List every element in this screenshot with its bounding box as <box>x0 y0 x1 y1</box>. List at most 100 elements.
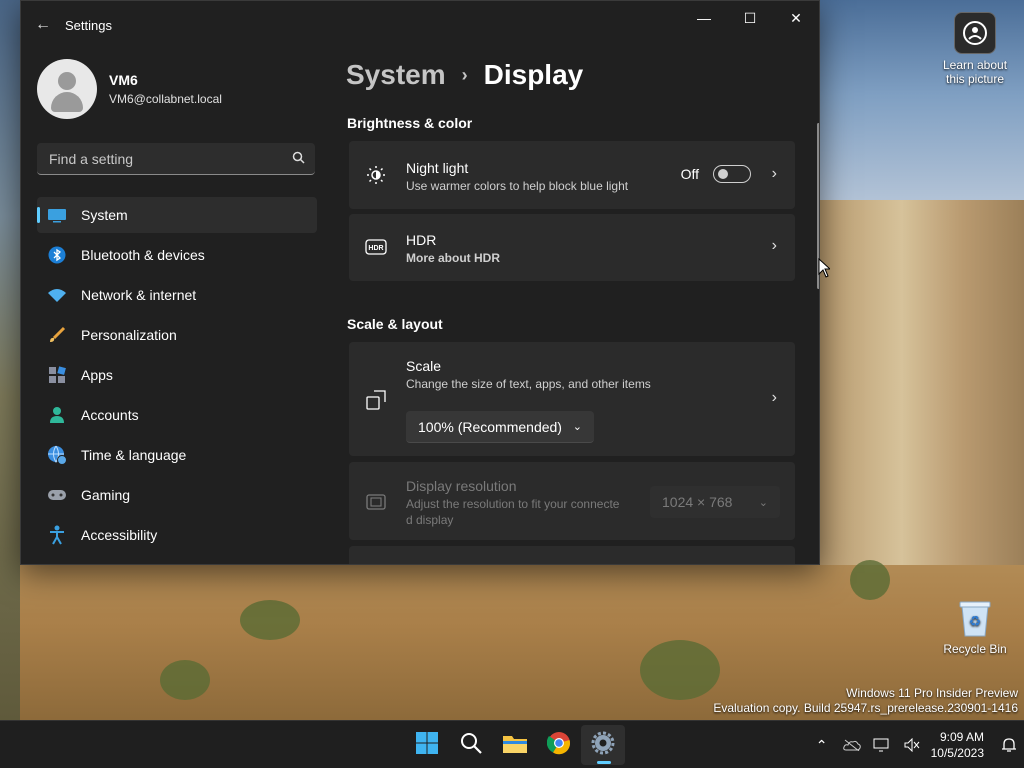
sidebar-item-label: System <box>81 207 128 223</box>
sidebar-item-label: Accessibility <box>81 527 158 543</box>
title-bar[interactable]: ← Settings — ☐ ✕ <box>21 1 819 49</box>
display-resolution-card: Display resolution Adjust the resolution… <box>349 462 795 540</box>
back-button[interactable]: ← <box>21 1 65 49</box>
breadcrumb-parent[interactable]: System <box>346 59 446 91</box>
sidebar-item-network[interactable]: Network & internet <box>37 277 317 313</box>
sidebar-item-label: Personalization <box>81 327 177 343</box>
minimize-icon: — <box>697 10 711 26</box>
clock-time: 9:09 AM <box>939 730 984 744</box>
onedrive-icon[interactable] <box>837 739 867 751</box>
sidebar-nav: System Bluetooth & devices Network & int… <box>37 197 317 557</box>
sidebar-item-apps[interactable]: Apps <box>37 357 317 393</box>
sidebar-item-accessibility[interactable]: Accessibility <box>37 517 317 553</box>
maximize-button[interactable]: ☐ <box>727 1 773 35</box>
desktop-icon-learn-picture[interactable]: Learn about this picture <box>940 12 1010 86</box>
page-title: Display <box>483 59 584 90</box>
clock[interactable]: 9:09 AM 10/5/2023 <box>931 729 984 761</box>
wallpaper-left-strip <box>0 0 20 720</box>
chevron-right-icon: › <box>771 389 777 406</box>
sidebar-item-accounts[interactable]: Accounts <box>37 397 317 433</box>
mouse-cursor-icon <box>818 258 830 278</box>
night-light-card[interactable]: Night light Use warmer colors to help bl… <box>349 141 795 209</box>
taskbar: ⌃ 9:09 AM 10/5/2023 <box>0 720 1024 768</box>
sidebar-item-label: Accounts <box>81 407 139 423</box>
globe-clock-icon <box>47 445 67 465</box>
user-profile[interactable]: VM6 VM6@collabnet.local <box>37 59 222 119</box>
chevron-right-icon: › <box>771 165 777 182</box>
gamepad-icon <box>47 485 67 505</box>
settings-taskbar-button[interactable] <box>581 725 625 765</box>
chevron-up-icon[interactable]: ⌃ <box>807 737 837 754</box>
sidebar-item-label: Bluetooth & devices <box>81 247 205 263</box>
wallpaper-bush <box>850 560 890 600</box>
section-title-scale-layout: Scale & layout <box>347 316 443 332</box>
maximize-icon: ☐ <box>743 9 757 26</box>
scale-value: 100% (Recommended) <box>418 418 562 435</box>
desktop-icon-recycle-bin[interactable]: ♻ Recycle Bin <box>940 598 1010 656</box>
night-light-icon <box>365 164 387 186</box>
watermark-line1: Windows 11 Pro Insider Preview <box>846 686 1018 700</box>
recycle-bin-icon: ♻ <box>955 598 995 638</box>
resolution-title: Display resolution <box>406 478 517 494</box>
night-light-toggle[interactable] <box>713 165 751 183</box>
brush-icon <box>47 325 67 345</box>
sidebar-item-label: Gaming <box>81 487 131 503</box>
night-light-toggle-group: Off <box>681 165 751 183</box>
taskbar-search-button[interactable] <box>449 725 493 765</box>
night-light-title: Night light <box>406 160 469 176</box>
sidebar-item-gaming[interactable]: Gaming <box>37 477 317 513</box>
wallpaper-bush <box>640 640 720 700</box>
arrow-left-icon: ← <box>35 16 51 33</box>
search-icon <box>460 732 482 759</box>
profile-email: VM6@collabnet.local <box>109 92 222 106</box>
chrome-icon <box>546 731 571 760</box>
file-explorer-icon <box>502 732 528 759</box>
desktop-icon-label: Recycle Bin <box>943 642 1007 656</box>
search-input[interactable] <box>47 149 292 168</box>
settings-icon <box>591 731 615 760</box>
start-icon <box>415 731 439 760</box>
resolution-subtitle-line1: Adjust the resolution to fit your connec… <box>406 497 620 511</box>
camera-info-icon <box>954 12 996 54</box>
build-watermark: Windows 11 Pro Insider Preview Evaluatio… <box>713 686 1018 716</box>
hdr-card[interactable]: HDR HDR More about HDR › <box>349 214 795 281</box>
clock-date: 10/5/2023 <box>930 746 984 760</box>
sidebar-item-bluetooth[interactable]: Bluetooth & devices <box>37 237 317 273</box>
accessibility-icon <box>47 525 67 545</box>
minimize-button[interactable]: — <box>681 1 727 35</box>
night-light-state: Off <box>680 166 699 182</box>
svg-text:HDR: HDR <box>368 245 383 252</box>
resolution-dropdown: 1024 × 768 ⌄ <box>650 486 780 518</box>
chrome-button[interactable] <box>537 725 581 765</box>
network-icon[interactable] <box>867 738 897 752</box>
resolution-icon <box>365 491 387 513</box>
scale-dropdown[interactable]: 100% (Recommended) ⌄ <box>406 411 594 443</box>
person-icon <box>47 405 67 425</box>
start-button[interactable] <box>405 725 449 765</box>
sidebar-item-label: Time & language <box>81 447 187 463</box>
volume-muted-icon[interactable] <box>897 738 927 752</box>
hdr-title: HDR <box>406 232 437 248</box>
resolution-value: 1024 × 768 <box>662 494 733 510</box>
notification-bell-icon[interactable] <box>994 737 1024 753</box>
scale-title: Scale <box>406 358 442 374</box>
bluetooth-icon <box>47 245 67 265</box>
sidebar-item-time-language[interactable]: Time & language <box>37 437 317 473</box>
profile-name: VM6 <box>109 72 138 88</box>
chevron-right-icon: › <box>461 64 468 85</box>
sidebar-item-personalization[interactable]: Personalization <box>37 317 317 353</box>
night-light-subtitle: Use warmer colors to help block blue lig… <box>406 179 629 193</box>
desktop-icon-label: Learn about this picture <box>942 58 1008 86</box>
close-icon: ✕ <box>790 9 802 26</box>
scale-icon <box>365 389 387 411</box>
hdr-learn-more-link[interactable]: More about HDR <box>406 251 500 265</box>
scale-card[interactable]: Scale Change the size of text, apps, and… <box>349 342 795 456</box>
close-button[interactable]: ✕ <box>773 1 819 35</box>
file-explorer-button[interactable] <box>493 725 537 765</box>
search-box[interactable] <box>37 143 315 175</box>
wallpaper-bush <box>240 600 300 640</box>
sidebar-item-system[interactable]: System <box>37 197 317 233</box>
sidebar-item-label: Apps <box>81 367 113 383</box>
next-setting-card[interactable] <box>349 546 795 564</box>
watermark-line2: Evaluation copy. Build 25947.rs_prerelea… <box>713 701 1018 715</box>
